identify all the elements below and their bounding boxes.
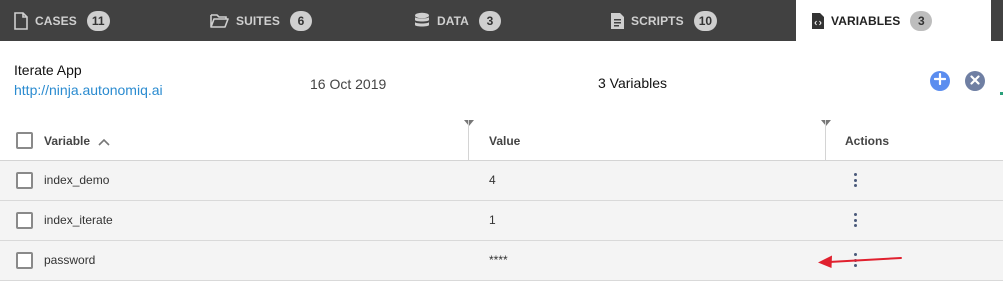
table-header: Variable Value Actions (0, 120, 1003, 161)
variable-value: 4 (489, 173, 496, 187)
variable-value: 1 (489, 213, 496, 227)
tab-variables-count: 3 (910, 10, 933, 31)
more-actions-icon[interactable] (850, 171, 860, 189)
tab-suites[interactable]: SUITES 6 (210, 0, 312, 41)
close-icon (970, 72, 980, 90)
tab-bar: CASES 11 SUITES 6 DATA 3 SCRIPTS 10 VARI… (0, 0, 1003, 41)
delete-button[interactable] (965, 71, 985, 91)
filter-dropdown-icon[interactable] (821, 120, 831, 126)
variables-count: 3 Variables (598, 75, 668, 91)
column-header-actions: Actions (845, 134, 890, 148)
row-checkbox[interactable] (16, 252, 33, 269)
column-divider (825, 120, 826, 161)
tab-cases[interactable]: CASES 11 (14, 0, 110, 41)
tab-variables-label: VARIABLES (831, 13, 901, 28)
row-checkbox[interactable] (16, 212, 33, 229)
variable-name: password (44, 253, 96, 267)
variable-name: index_demo (44, 173, 110, 187)
tab-data[interactable]: DATA 3 (414, 0, 501, 41)
column-header-variable[interactable]: Variable (44, 134, 90, 148)
filter-dropdown-icon[interactable] (464, 120, 474, 126)
folder-open-icon (210, 13, 229, 28)
more-actions-icon[interactable] (850, 211, 860, 229)
variable-name: index_iterate (44, 213, 113, 227)
app-url-link[interactable]: http://ninja.autonomiq.ai (14, 82, 163, 98)
table-row: index_demo 4 (0, 161, 1003, 201)
row-checkbox[interactable] (16, 172, 33, 189)
column-divider (468, 120, 469, 161)
tab-suites-label: SUITES (236, 13, 280, 28)
created-date: 16 Oct 2019 (310, 76, 387, 92)
database-icon (414, 12, 430, 30)
tab-suites-count: 6 (289, 10, 312, 31)
file-icon (14, 11, 28, 30)
script-icon (611, 12, 624, 29)
tab-cases-count: 11 (86, 10, 110, 31)
tab-scripts[interactable]: SCRIPTS 10 (611, 0, 718, 41)
code-file-icon (812, 12, 824, 29)
variable-value: **** (489, 253, 508, 267)
sort-ascending-icon[interactable] (98, 133, 110, 151)
select-all-checkbox[interactable] (16, 132, 33, 149)
tab-cases-label: CASES (35, 13, 77, 28)
plus-icon (933, 72, 947, 90)
tab-scripts-label: SCRIPTS (631, 13, 684, 28)
column-header-value[interactable]: Value (489, 134, 520, 148)
tab-data-count: 3 (478, 10, 501, 31)
add-variable-button[interactable] (930, 71, 950, 91)
table-row: index_iterate 1 (0, 201, 1003, 241)
tab-scripts-count: 10 (693, 10, 718, 31)
tab-data-label: DATA (437, 13, 469, 28)
annotation-arrow-icon (815, 249, 905, 278)
tab-variables[interactable]: VARIABLES 3 (796, 0, 991, 41)
app-name: Iterate App (14, 62, 82, 78)
